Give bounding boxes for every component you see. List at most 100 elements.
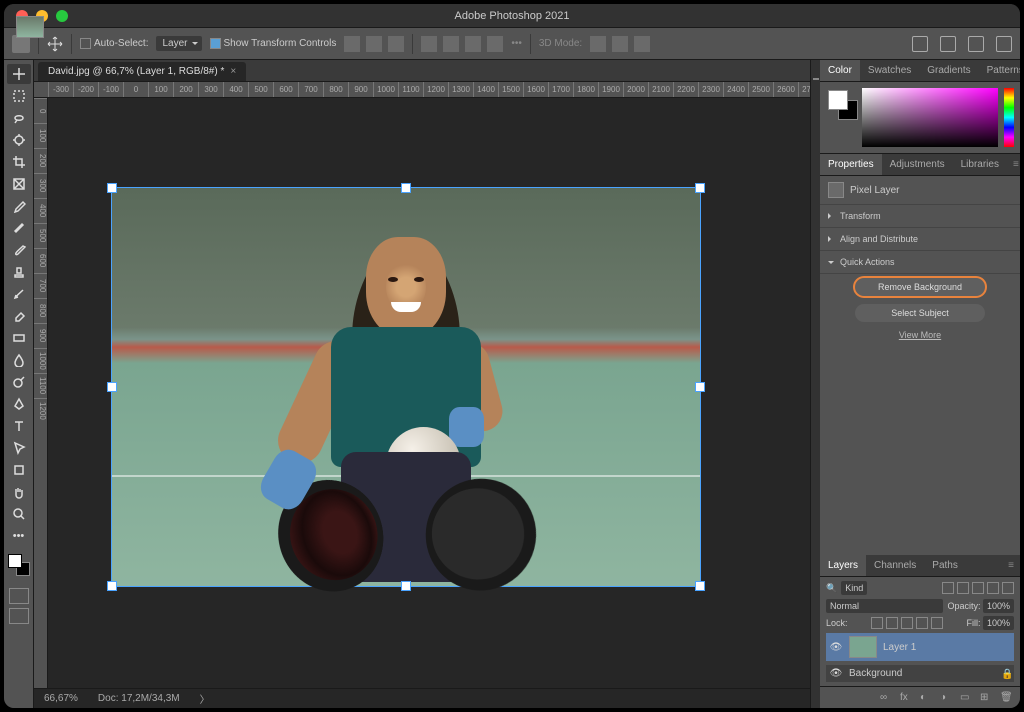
opacity-input[interactable]: 100% (983, 599, 1014, 613)
quick-select-tool[interactable] (7, 130, 31, 150)
panel-menu-icon[interactable]: ≡ (1007, 159, 1020, 170)
lock-icon[interactable]: 🔒 (1001, 669, 1011, 679)
align-section[interactable]: Align and Distribute (820, 228, 1020, 251)
tab-gradients[interactable]: Gradients (919, 60, 978, 81)
tab-layers[interactable]: Layers (820, 555, 866, 576)
frame-tool[interactable] (7, 174, 31, 194)
history-brush-tool[interactable] (7, 284, 31, 304)
filter-type-icon[interactable] (972, 582, 984, 594)
visibility-icon[interactable]: 👁 (829, 642, 843, 653)
show-transform-checkbox[interactable] (210, 38, 221, 49)
marquee-tool[interactable] (7, 86, 31, 106)
quickmask-toggle[interactable] (9, 588, 29, 604)
move-tool[interactable] (7, 64, 31, 84)
lock-artboard-icon[interactable] (916, 617, 928, 629)
zoom-tool[interactable] (7, 504, 31, 524)
blur-tool[interactable] (7, 350, 31, 370)
filter-adjust-icon[interactable] (957, 582, 969, 594)
crop-tool[interactable] (7, 152, 31, 172)
transform-handle[interactable] (107, 183, 117, 193)
zoom-level[interactable]: 66,67% (44, 693, 78, 704)
view-more-link[interactable]: View More (820, 326, 1020, 344)
align-left-icon[interactable] (344, 36, 360, 52)
transform-handle[interactable] (401, 183, 411, 193)
color-picker[interactable] (862, 88, 998, 147)
type-tool[interactable] (7, 416, 31, 436)
layer-thumbnail[interactable] (16, 16, 44, 38)
link-layers-icon[interactable]: ∞ (880, 692, 892, 704)
select-subject-button[interactable]: Select Subject (855, 304, 985, 322)
search-icon[interactable] (940, 36, 956, 52)
align-bottom-icon[interactable] (465, 36, 481, 52)
transform-handle[interactable] (107, 382, 117, 392)
tab-color[interactable]: Color (820, 60, 860, 81)
transform-handle[interactable] (695, 183, 705, 193)
lock-all-icon[interactable] (931, 617, 943, 629)
quick-actions-section[interactable]: Quick Actions (820, 251, 1020, 274)
transform-handle[interactable] (107, 581, 117, 591)
align-top-icon[interactable] (421, 36, 437, 52)
align-right-icon[interactable] (388, 36, 404, 52)
eyedropper-tool[interactable] (7, 196, 31, 216)
gradient-tool[interactable] (7, 328, 31, 348)
stamp-tool[interactable] (7, 262, 31, 282)
layer-thumbnail[interactable] (849, 636, 877, 658)
layer-name[interactable]: Background (849, 668, 902, 679)
color-swatches[interactable] (8, 554, 30, 576)
share-icon[interactable] (996, 36, 1012, 52)
lasso-tool[interactable] (7, 108, 31, 128)
distribute-icon[interactable] (487, 36, 503, 52)
path-select-tool[interactable] (7, 438, 31, 458)
lock-position-icon[interactable] (901, 617, 913, 629)
eraser-tool[interactable] (7, 306, 31, 326)
fill-input[interactable]: 100% (983, 616, 1014, 630)
visibility-icon[interactable]: 👁 (829, 668, 843, 679)
canvas[interactable] (48, 98, 810, 688)
screenmode-toggle[interactable] (9, 608, 29, 624)
layer-name[interactable]: Layer 1 (883, 642, 916, 653)
healing-tool[interactable] (7, 218, 31, 238)
transform-handle[interactable] (695, 382, 705, 392)
tab-properties[interactable]: Properties (820, 154, 882, 175)
layer-filter-kind[interactable]: Kind (841, 581, 867, 595)
hand-tool[interactable] (7, 482, 31, 502)
fg-bg-swatch[interactable] (826, 88, 856, 147)
lock-transparent-icon[interactable] (871, 617, 883, 629)
tab-channels[interactable]: Channels (866, 555, 924, 576)
panel-menu-icon[interactable]: ≡ (1002, 560, 1020, 571)
mask-icon[interactable]: ◐ (920, 692, 932, 704)
tab-swatches[interactable]: Swatches (860, 60, 919, 81)
tab-libraries[interactable]: Libraries (953, 154, 1007, 175)
workspace-icon[interactable] (968, 36, 984, 52)
lock-pixels-icon[interactable] (886, 617, 898, 629)
align-center-v-icon[interactable] (443, 36, 459, 52)
new-layer-icon[interactable]: ⊞ (980, 692, 992, 704)
remove-background-button[interactable]: Remove Background (855, 278, 985, 296)
tab-paths[interactable]: Paths (924, 555, 966, 576)
group-icon[interactable]: ▭ (960, 692, 972, 704)
document-tab[interactable]: David.jpg @ 66,7% (Layer 1, RGB/8#) * × (38, 62, 246, 81)
cloud-docs-icon[interactable] (912, 36, 928, 52)
transform-handle[interactable] (401, 581, 411, 591)
delete-layer-icon[interactable]: 🗑 (1000, 692, 1012, 704)
filter-shape-icon[interactable] (987, 582, 999, 594)
align-center-h-icon[interactable] (366, 36, 382, 52)
toolbar-more[interactable]: ••• (7, 526, 31, 546)
tab-adjustments[interactable]: Adjustments (882, 154, 953, 175)
blend-mode-dropdown[interactable]: Normal (826, 599, 943, 613)
filter-pixel-icon[interactable] (942, 582, 954, 594)
collapsed-panel-strip[interactable] (810, 60, 820, 708)
filter-smart-icon[interactable] (1002, 582, 1014, 594)
layer-row[interactable]: 👁 Layer 1 (826, 633, 1014, 661)
dodge-tool[interactable] (7, 372, 31, 392)
close-tab-icon[interactable]: × (230, 66, 236, 77)
tab-patterns[interactable]: Patterns (979, 60, 1020, 81)
auto-select-dropdown[interactable]: Layer (156, 36, 201, 51)
transform-handle[interactable] (695, 581, 705, 591)
maximize-window-icon[interactable] (56, 10, 68, 22)
fx-icon[interactable]: fx (900, 692, 912, 704)
canvas-image[interactable] (112, 188, 700, 586)
hue-slider[interactable] (1004, 88, 1014, 147)
shape-tool[interactable] (7, 460, 31, 480)
transform-section[interactable]: Transform (820, 205, 1020, 228)
